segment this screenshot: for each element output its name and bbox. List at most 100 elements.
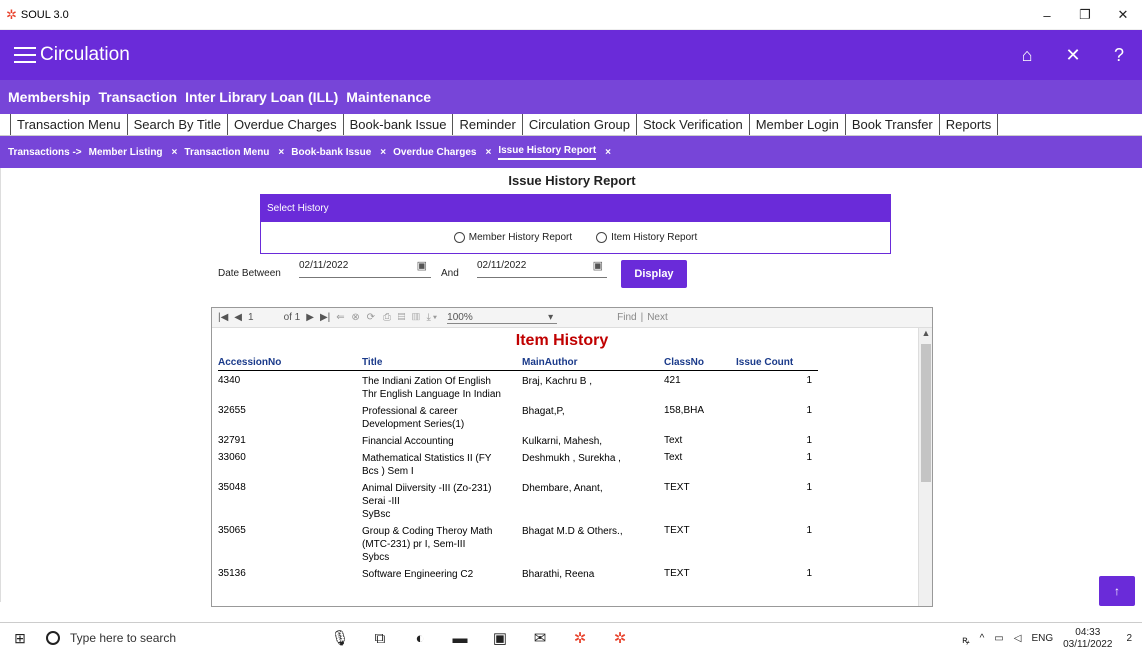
next-page-icon[interactable]: ▶ bbox=[306, 312, 314, 323]
tab-search-by-title[interactable]: Search By Title bbox=[128, 114, 229, 135]
edge-icon[interactable]: ◐ bbox=[400, 630, 440, 647]
close-crumb-icon[interactable]: × bbox=[380, 147, 386, 158]
to-date-field[interactable]: 02/11/2022 ▣ bbox=[477, 258, 607, 278]
window-title: SOUL 3.0 bbox=[20, 8, 69, 21]
tab-book-transfer[interactable]: Book Transfer bbox=[846, 114, 940, 135]
calendar-icon[interactable]: ▣ bbox=[593, 259, 603, 272]
clock[interactable]: 04:33 03/11/2022 bbox=[1063, 627, 1112, 651]
cortana-icon bbox=[46, 631, 60, 645]
tab-reports[interactable]: Reports bbox=[940, 114, 999, 135]
radio-icon[interactable] bbox=[453, 232, 465, 243]
report-scrollbar[interactable]: ▲ bbox=[918, 328, 932, 606]
zoom-select[interactable]: 100% ▾ bbox=[447, 312, 558, 324]
menu-maintenance[interactable]: Maintenance bbox=[346, 89, 431, 105]
file-explorer-icon[interactable]: ▬ bbox=[440, 630, 480, 647]
report-viewer: |◀ ◀ 1 of 1 ▶ ▶| ⇐ ⊗ ⟳ ⎙ ▤ ▥ ⤓▾ 100% ▾ Fi… bbox=[211, 307, 933, 607]
display-button[interactable]: Display bbox=[621, 260, 687, 288]
language-indicator[interactable]: ENG bbox=[1031, 633, 1053, 644]
volume-icon[interactable]: ◁ bbox=[1014, 633, 1022, 644]
cell-classno: TEXT bbox=[664, 568, 690, 579]
cell-title: Software Engineering C2 bbox=[362, 569, 474, 580]
help-icon[interactable]: ? bbox=[1096, 45, 1142, 66]
breadcrumb-transaction-menu[interactable]: Transaction Menu bbox=[184, 147, 269, 158]
member-history-radio[interactable]: Member History Report bbox=[453, 232, 572, 243]
close-crumb-icon[interactable]: × bbox=[278, 147, 284, 158]
cell-author: Bhagat M.D & Others., bbox=[522, 526, 623, 537]
maximize-button[interactable]: ❐ bbox=[1066, 0, 1104, 30]
store-icon[interactable]: ▣ bbox=[480, 629, 520, 647]
cell-accession: 33060 bbox=[218, 452, 246, 463]
soul-app-icon[interactable]: ✲ bbox=[560, 629, 600, 647]
tab-member-login[interactable]: Member Login bbox=[750, 114, 846, 135]
menu-transaction[interactable]: Transaction bbox=[98, 89, 177, 105]
item-history-label: Item History Report bbox=[611, 232, 698, 243]
close-window-button[interactable]: ✕ bbox=[1104, 0, 1142, 30]
page-title: Issue History Report bbox=[508, 173, 636, 188]
table-row: 33060 Mathematical Statistics II (FY Bcs… bbox=[218, 448, 818, 478]
home-icon[interactable]: ⌂ bbox=[1004, 45, 1050, 66]
col-title: Title bbox=[362, 357, 383, 368]
app-title: Circulation bbox=[40, 44, 130, 65]
soul-app-icon-2[interactable]: ✲ bbox=[600, 629, 640, 647]
cell-title: Mathematical Statistics II (FY Bcs ) Sem… bbox=[362, 453, 492, 477]
breadcrumb-book-bank-issue[interactable]: Book-bank Issue bbox=[291, 147, 371, 158]
close-crumb-icon[interactable]: × bbox=[486, 147, 492, 158]
tab-overdue-charges[interactable]: Overdue Charges bbox=[228, 114, 344, 135]
item-history-radio[interactable]: Item History Report bbox=[596, 232, 697, 243]
page-number-input[interactable]: 1 bbox=[248, 312, 254, 323]
windows-start-icon[interactable]: ⊞ bbox=[0, 630, 40, 647]
close-crumb-icon[interactable]: × bbox=[172, 147, 178, 158]
col-issue-count: Issue Count bbox=[736, 357, 794, 368]
tab-circulation-group[interactable]: Circulation Group bbox=[523, 114, 637, 135]
select-history-header: Select History bbox=[261, 195, 890, 222]
cell-accession: 32655 bbox=[218, 405, 246, 416]
menu-membership[interactable]: Membership bbox=[8, 89, 90, 105]
tab-book-bank-issue[interactable]: Book-bank Issue bbox=[344, 114, 454, 135]
find-link[interactable]: Find bbox=[617, 312, 636, 323]
cell-issue-count: 1 bbox=[806, 525, 812, 536]
scroll-up-arrow-icon[interactable]: ▲ bbox=[919, 328, 932, 338]
last-page-icon[interactable]: ▶| bbox=[320, 312, 330, 323]
breadcrumb-member-listing[interactable]: Member Listing bbox=[89, 147, 163, 158]
prev-page-icon[interactable]: ◀ bbox=[234, 312, 242, 323]
next-link[interactable]: Next bbox=[647, 312, 668, 323]
nav-back-icon[interactable]: ⇐ ⊗ ⟳ bbox=[336, 312, 377, 323]
tray-chevron-icon[interactable]: ^ bbox=[980, 633, 985, 644]
mail-icon[interactable]: ✉ bbox=[520, 629, 560, 647]
close-crumb-icon[interactable]: × bbox=[605, 147, 611, 158]
main-menu: Membership Transaction Inter Library Loa… bbox=[0, 80, 1142, 114]
table-row: 32791 Financial Accounting Kulkarni, Mah… bbox=[218, 431, 818, 448]
taskbar-search[interactable]: Type here to search bbox=[40, 631, 320, 645]
radio-icon[interactable] bbox=[596, 232, 608, 243]
hamburger-menu-icon[interactable] bbox=[14, 47, 36, 63]
network-icon[interactable]: ▭ bbox=[994, 633, 1003, 644]
minimize-button[interactable]: – bbox=[1028, 0, 1066, 30]
cell-accession: 4340 bbox=[218, 375, 241, 386]
scroll-to-top-button[interactable]: ↑ bbox=[1099, 576, 1135, 606]
date-between-label: Date Between bbox=[218, 268, 281, 279]
print-export-icons[interactable]: ⎙ ▤ ▥ ⤓▾ bbox=[383, 312, 439, 323]
breadcrumb-overdue-charges[interactable]: Overdue Charges bbox=[393, 147, 476, 158]
cell-accession: 32791 bbox=[218, 435, 246, 446]
people-icon[interactable]: ꝶ bbox=[962, 632, 970, 646]
windows-taskbar: ⊞ Type here to search 🎙 ⧉ ◐ ▬ ▣ ✉ ✲ ✲ ꝶ … bbox=[0, 622, 1142, 653]
close-icon[interactable]: ✕ bbox=[1050, 45, 1096, 66]
col-accession: AccessionNo bbox=[218, 357, 282, 368]
tab-reminder[interactable]: Reminder bbox=[453, 114, 523, 135]
microphone-icon[interactable]: 🎙 bbox=[320, 629, 360, 647]
menu-ill[interactable]: Inter Library Loan (ILL) bbox=[185, 89, 338, 105]
scrollbar-thumb[interactable] bbox=[921, 344, 931, 482]
notification-icon[interactable]: 2 bbox=[1126, 633, 1132, 644]
calendar-icon[interactable]: ▣ bbox=[417, 259, 427, 272]
window-titlebar: ✲ SOUL 3.0 – ❐ ✕ bbox=[0, 0, 1142, 30]
report-toolbar: |◀ ◀ 1 of 1 ▶ ▶| ⇐ ⊗ ⟳ ⎙ ▤ ▥ ⤓▾ 100% ▾ Fi… bbox=[212, 308, 932, 328]
tab-stock-verification[interactable]: Stock Verification bbox=[637, 114, 750, 135]
tab-transaction-menu[interactable]: Transaction Menu bbox=[10, 114, 128, 135]
cell-author: Kulkarni, Mahesh, bbox=[522, 436, 603, 447]
table-row: 35048 Animal Diiversity -III (Zo-231) Se… bbox=[218, 478, 818, 521]
first-page-icon[interactable]: |◀ bbox=[218, 312, 228, 323]
task-view-icon[interactable]: ⧉ bbox=[360, 630, 400, 647]
table-header: AccessionNo Title MainAuthor ClassNo Iss… bbox=[218, 354, 818, 371]
breadcrumb-issue-history-report[interactable]: Issue History Report bbox=[498, 145, 597, 160]
from-date-field[interactable]: 02/11/2022 ▣ bbox=[299, 258, 431, 278]
